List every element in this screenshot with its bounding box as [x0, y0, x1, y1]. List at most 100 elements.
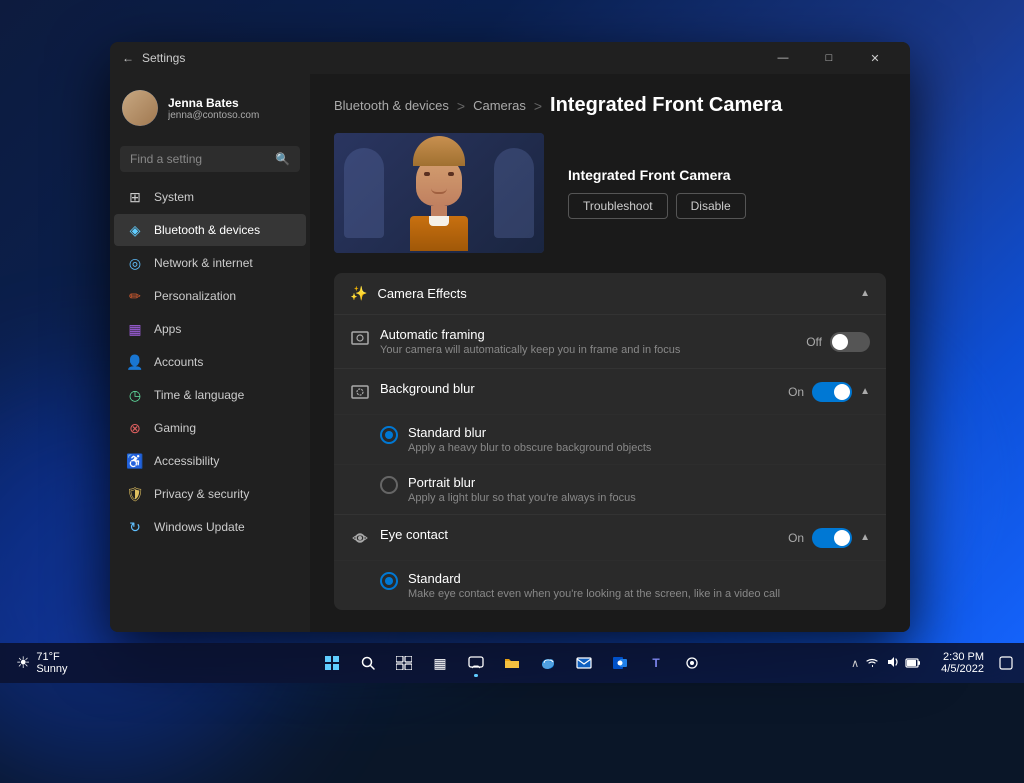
sidebar-item-bluetooth-label: Bluetooth & devices	[154, 223, 260, 237]
sidebar-item-system[interactable]: ⊞ System	[114, 181, 306, 213]
troubleshoot-button[interactable]: Troubleshoot	[568, 193, 668, 219]
avatar-image	[122, 90, 158, 126]
breadcrumb-sep-1: >	[457, 98, 465, 114]
taskbar-center-icons: ▦	[316, 647, 708, 679]
eye-contact-standard-text: Standard Make eye contact even when you'…	[408, 571, 870, 600]
eye-contact-standard-item: Standard Make eye contact even when you'…	[334, 560, 886, 610]
portrait-blur-title: Portrait blur	[408, 475, 870, 490]
sidebar-item-apps[interactable]: ▦ Apps	[114, 313, 306, 345]
automatic-framing-right: Off	[806, 332, 870, 352]
taskbar-notification-button[interactable]	[996, 647, 1016, 679]
person-body	[410, 216, 468, 251]
camera-person	[334, 133, 544, 253]
automatic-framing-toggle[interactable]	[830, 332, 870, 352]
search-box[interactable]: 🔍	[120, 146, 300, 172]
portrait-blur-radio[interactable]	[380, 476, 398, 494]
portrait-blur-item: Portrait blur Apply a light blur so that…	[334, 464, 886, 514]
camera-effects-header-left: ✨ Camera Effects	[350, 285, 467, 302]
eye-contact-standard-radio[interactable]	[380, 572, 398, 590]
taskbar-volume-icon[interactable]	[885, 656, 899, 671]
sidebar-item-system-label: System	[154, 190, 194, 204]
avatar	[122, 90, 158, 126]
minimize-button[interactable]: —	[760, 42, 806, 74]
bluetooth-icon: ◈	[126, 221, 144, 239]
automatic-framing-title: Automatic framing	[380, 327, 680, 342]
disable-button[interactable]: Disable	[676, 193, 746, 219]
taskbar-teams-button[interactable]: T	[640, 647, 672, 679]
bg-person-left	[344, 148, 384, 238]
automatic-framing-thumb	[832, 334, 848, 350]
eye-contact-icon	[350, 528, 370, 548]
taskbar-chevron-icon[interactable]: ∧	[851, 657, 859, 670]
taskbar-time-value: 2:30 PM	[941, 651, 984, 663]
main-person	[410, 136, 468, 251]
automatic-framing-text: Automatic framing Your camera will autom…	[380, 327, 680, 356]
person-neck	[431, 206, 447, 216]
title-bar-controls: — □ ✕	[760, 42, 898, 74]
taskbar-windows-button[interactable]	[316, 647, 348, 679]
taskbar-edge-button[interactable]	[532, 647, 564, 679]
weather-info: 71°F Sunny	[36, 651, 67, 675]
eye-contact-chevron[interactable]: ▲	[860, 532, 870, 543]
sidebar-item-personalization[interactable]: ✏ Personalization	[114, 280, 306, 312]
standard-blur-text: Standard blur Apply a heavy blur to obsc…	[408, 425, 870, 454]
camera-effects-title: Camera Effects	[377, 286, 466, 301]
taskbar-explorer-button[interactable]	[496, 647, 528, 679]
close-button[interactable]: ✕	[852, 42, 898, 74]
sidebar-item-accessibility[interactable]: ♿ Accessibility	[114, 445, 306, 477]
eye-contact-toggle[interactable]	[812, 528, 852, 548]
camera-info: Integrated Front Camera Troubleshoot Dis…	[568, 167, 886, 219]
camera-effects-icon: ✨	[350, 285, 367, 302]
background-blur-toggle[interactable]	[812, 382, 852, 402]
weather-desc: Sunny	[36, 663, 67, 675]
sidebar-item-bluetooth[interactable]: ◈ Bluetooth & devices	[114, 214, 306, 246]
eye-contact-row: Eye contact On ▲	[334, 514, 886, 560]
automatic-framing-row: Automatic framing Your camera will autom…	[334, 314, 886, 368]
sidebar-item-network[interactable]: ◎ Network & internet	[114, 247, 306, 279]
taskbar-chat-button[interactable]	[460, 647, 492, 679]
taskbar-wifi-icon[interactable]	[865, 656, 879, 671]
taskbar-widgets-button[interactable]: ▦	[424, 647, 456, 679]
taskbar-search-button[interactable]	[352, 647, 384, 679]
background-blur-thumb	[834, 384, 850, 400]
sidebar-item-network-label: Network & internet	[154, 256, 253, 270]
standard-blur-radio[interactable]	[380, 426, 398, 444]
sidebar-item-accessibility-label: Accessibility	[154, 454, 219, 468]
taskbar-settings-tray-button[interactable]	[676, 647, 708, 679]
breadcrumb-cameras[interactable]: Cameras	[473, 98, 526, 113]
portrait-blur-desc: Apply a light blur so that you're always…	[408, 492, 870, 504]
camera-preview	[334, 133, 544, 253]
sidebar-item-gaming[interactable]: ⊗ Gaming	[114, 412, 306, 444]
background-blur-chevron[interactable]: ▲	[860, 386, 870, 397]
eye-contact-title: Eye contact	[380, 527, 448, 542]
eye-contact-standard-title: Standard	[408, 571, 870, 586]
automatic-framing-desc: Your camera will automatically keep you …	[380, 344, 680, 356]
standard-blur-desc: Apply a heavy blur to obscure background…	[408, 442, 870, 454]
title-bar-left: ← Settings	[122, 51, 185, 65]
sidebar-item-update[interactable]: ↻ Windows Update	[114, 511, 306, 543]
standard-blur-item: Standard blur Apply a heavy blur to obsc…	[334, 414, 886, 464]
search-input[interactable]	[130, 152, 269, 166]
settings-body: Jenna Bates jenna@contoso.com 🔍 ⊞ System	[110, 74, 910, 632]
portrait-blur-text: Portrait blur Apply a light blur so that…	[408, 475, 870, 504]
sidebar-item-time[interactable]: ◷ Time & language	[114, 379, 306, 411]
background-blur-state: On	[788, 385, 804, 399]
camera-effects-card: ✨ Camera Effects ▲	[334, 273, 886, 610]
taskbar-mail-button[interactable]	[568, 647, 600, 679]
taskbar-weather[interactable]: ☀ 71°F Sunny	[8, 651, 76, 675]
automatic-framing-state: Off	[806, 335, 822, 349]
taskbar-outlook-button[interactable]	[604, 647, 636, 679]
sidebar-item-apps-label: Apps	[154, 322, 181, 336]
back-icon[interactable]: ←	[122, 51, 134, 65]
user-profile[interactable]: Jenna Bates jenna@contoso.com	[110, 74, 310, 142]
taskbar-battery-icon[interactable]	[905, 656, 921, 671]
camera-effects-header[interactable]: ✨ Camera Effects ▲	[334, 273, 886, 314]
privacy-icon: 🛡	[126, 485, 144, 503]
maximize-button[interactable]: □	[806, 42, 852, 74]
taskbar-datetime[interactable]: 2:30 PM 4/5/2022	[933, 651, 992, 675]
sidebar-item-accounts[interactable]: 👤 Accounts	[114, 346, 306, 378]
taskbar-taskview-button[interactable]	[388, 647, 420, 679]
breadcrumb-bluetooth[interactable]: Bluetooth & devices	[334, 98, 449, 113]
sidebar-item-privacy[interactable]: 🛡 Privacy & security	[114, 478, 306, 510]
camera-preview-inner	[334, 133, 544, 253]
